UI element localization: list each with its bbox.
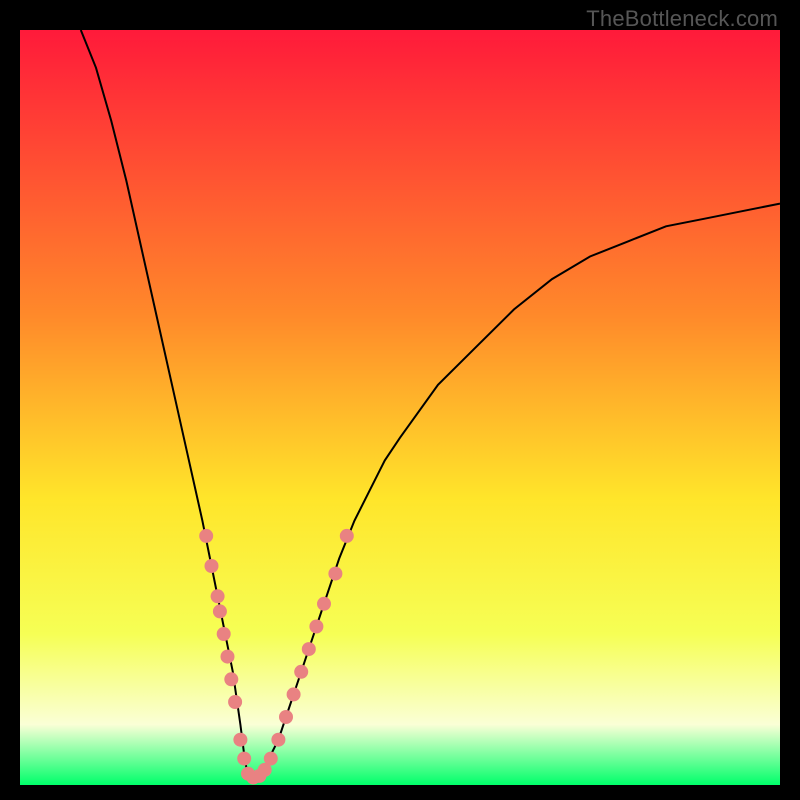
highlight-dot: [294, 665, 308, 679]
highlight-dot: [302, 642, 316, 656]
highlight-dot: [199, 529, 213, 543]
highlight-dot: [224, 672, 238, 686]
highlight-dot: [340, 529, 354, 543]
highlight-dot: [217, 627, 231, 641]
highlight-dot: [228, 695, 242, 709]
highlight-dot: [317, 597, 331, 611]
highlight-dot: [233, 733, 247, 747]
highlight-dot: [279, 710, 293, 724]
highlight-dot: [264, 752, 278, 766]
bottleneck-chart: [20, 30, 780, 785]
highlight-dot: [211, 589, 225, 603]
highlight-dot: [287, 687, 301, 701]
chart-frame: [20, 30, 780, 785]
watermark-text: TheBottleneck.com: [586, 6, 778, 32]
highlight-dot: [271, 733, 285, 747]
highlight-dot: [205, 559, 219, 573]
gradient-background: [20, 30, 780, 785]
highlight-dot: [213, 604, 227, 618]
highlight-dot: [309, 620, 323, 634]
highlight-dot: [221, 650, 235, 664]
highlight-dot: [328, 567, 342, 581]
highlight-dot: [237, 752, 251, 766]
